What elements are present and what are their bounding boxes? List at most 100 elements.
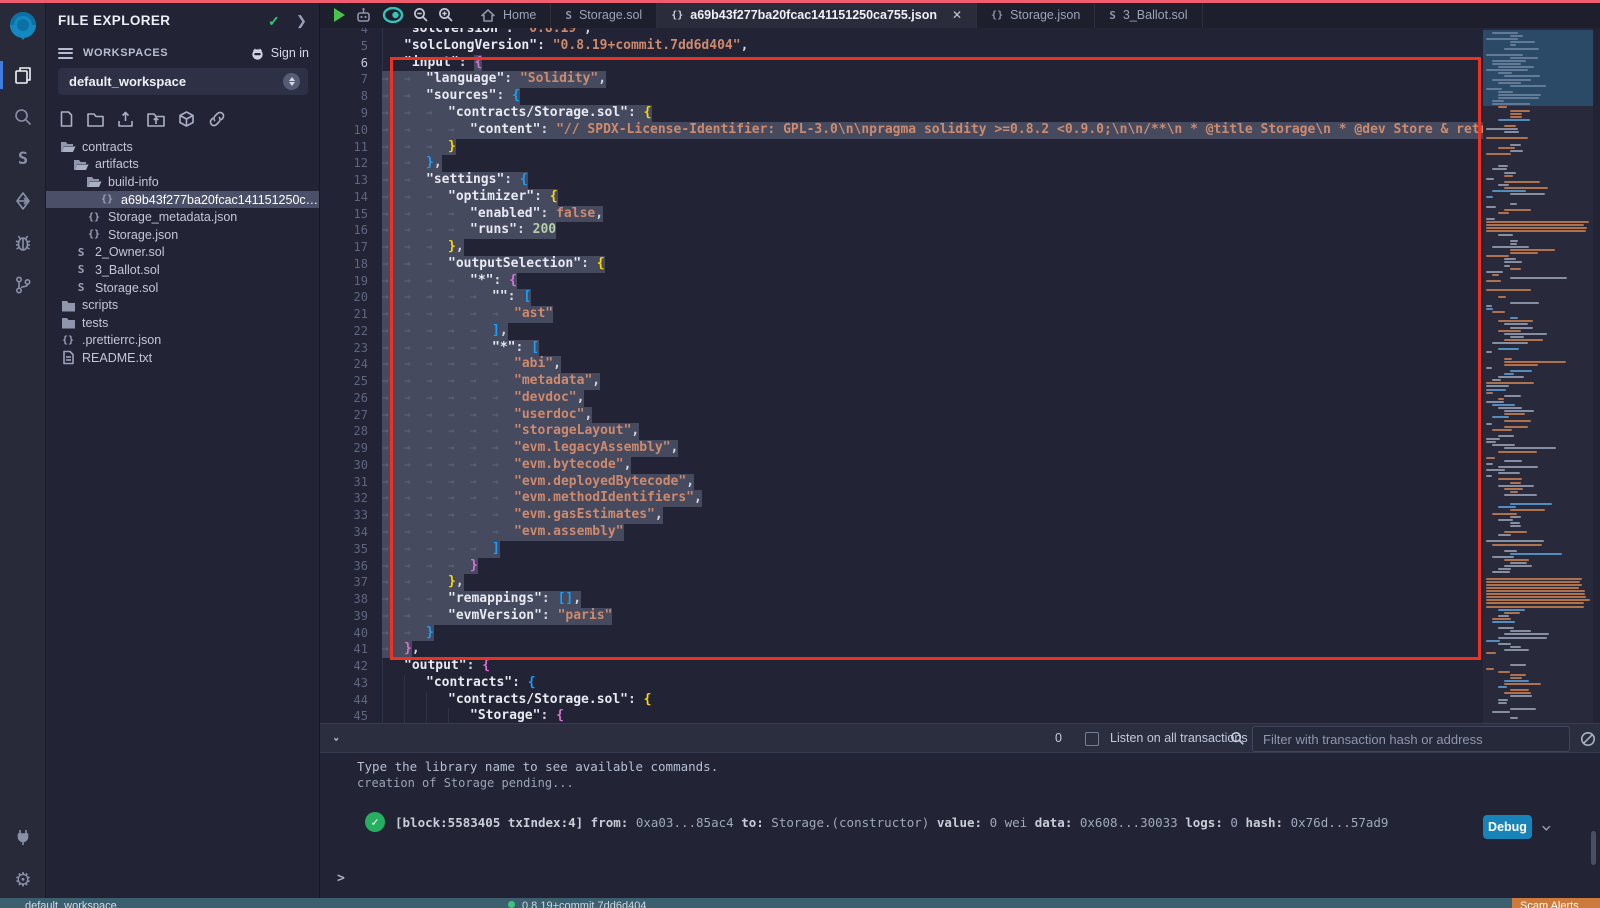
code-line-30[interactable]: 30"evm.bytecode", [320, 457, 631, 474]
file-plus-icon[interactable] [58, 110, 75, 128]
run-script-icon[interactable] [334, 8, 345, 22]
tree-item-readme-txt[interactable]: README.txt [46, 349, 319, 367]
tree-item--prettierrc-json[interactable]: {}.prettierrc.json [46, 332, 319, 350]
code-line-24[interactable]: 24"abi", [320, 356, 561, 373]
code-line-45[interactable]: 45"Storage": { [320, 708, 564, 723]
ai-assistant-icon[interactable] [354, 7, 373, 24]
transaction-filter-input[interactable] [1252, 726, 1570, 752]
sidebar-item-git[interactable] [0, 268, 46, 302]
minimap[interactable] [1483, 28, 1593, 723]
sidebar-item-solidity-compiler[interactable]: S [0, 142, 46, 176]
code-line-23[interactable]: 23"*": [ [320, 340, 539, 357]
zoom-in-icon[interactable] [438, 7, 454, 23]
remix-logo-icon[interactable] [5, 8, 41, 44]
code-line-8[interactable]: 8"sources": { [320, 88, 520, 105]
tree-item-storage-metadata-json[interactable]: {}Storage_metadata.json [46, 208, 319, 226]
code-line-31[interactable]: 31"evm.deployedBytecode", [320, 474, 694, 491]
code-line-13[interactable]: 13"settings": { [320, 172, 528, 189]
code-line-33[interactable]: 33"evm.gasEstimates", [320, 507, 663, 524]
code-line-27[interactable]: 27"userdoc", [320, 407, 592, 424]
tab-home[interactable]: Home [466, 2, 551, 28]
tree-item-contracts[interactable]: contracts [46, 138, 319, 156]
code-line-14[interactable]: 14"optimizer": { [320, 189, 558, 206]
code-line-16[interactable]: 16"runs": 200 [320, 222, 556, 239]
tree-item-scripts[interactable]: scripts [46, 296, 319, 314]
zoom-out-icon[interactable] [413, 7, 429, 23]
sidebar-item-file-explorer[interactable] [0, 58, 46, 92]
clear-console-icon[interactable] [1580, 731, 1596, 752]
code-line-34[interactable]: 34"evm.assembly" [320, 524, 624, 541]
sidebar-item-plugin-manager[interactable] [0, 820, 46, 854]
tree-item-artifacts[interactable]: artifacts [46, 156, 319, 174]
code-line-32[interactable]: 32"evm.methodIdentifiers", [320, 490, 702, 507]
code-line-26[interactable]: 26"devdoc", [320, 390, 584, 407]
tree-item-build-info[interactable]: build-info [46, 173, 319, 191]
code-line-29[interactable]: 29"evm.legacyAssembly", [320, 440, 678, 457]
close-tab-icon[interactable]: ✕ [952, 8, 962, 22]
sidebar-item-debugger[interactable] [0, 226, 46, 260]
workspace-menu-icon[interactable] [58, 45, 73, 61]
terminal-prompt[interactable]: > [337, 871, 345, 886]
code-line-10[interactable]: 10"content": "// SPDX-License-Identifier… [320, 122, 1483, 139]
folder-plus-icon[interactable] [86, 110, 105, 128]
code-line-35[interactable]: 35] [320, 541, 500, 558]
sidebar-item-deploy-and-run[interactable] [0, 184, 46, 218]
github-sign-in-button[interactable]: Sign in [250, 46, 309, 60]
code-line-39[interactable]: 39"evmVersion": "paris" [320, 608, 612, 625]
transaction-log[interactable]: [block:5583405 txIndex:4] from: 0xa03...… [395, 815, 1450, 830]
workspace-select[interactable]: default_workspace [58, 68, 308, 95]
listen-all-checkbox[interactable] [1085, 732, 1099, 746]
tree-item-tests[interactable]: tests [46, 314, 319, 332]
collapse-panel-icon[interactable]: ❯ [296, 13, 307, 29]
tree-item-storage-sol[interactable]: SStorage.sol [46, 279, 319, 297]
code-line-25[interactable]: 25"metadata", [320, 373, 600, 390]
code-line-38[interactable]: 38"remappings": [], [320, 591, 581, 608]
statusbar-workspace[interactable]: default_workspace [25, 900, 117, 908]
code-line-36[interactable]: 36} [320, 558, 478, 575]
expand-transaction-icon[interactable]: ⌄ [1540, 817, 1552, 833]
tab-a69b43f277ba20fcac141151250ca755-json[interactable]: {}a69b43f277ba20fcac141151250ca755.json✕ [657, 2, 977, 28]
terminal[interactable]: Type the library name to see available c… [320, 753, 1600, 898]
code-line-22[interactable]: 22], [320, 323, 508, 340]
tab-3-ballot-sol[interactable]: S3_Ballot.sol [1095, 2, 1202, 28]
collapse-terminal-icon[interactable]: ⌄⌄ [332, 735, 340, 741]
upload-icon[interactable] [116, 110, 135, 128]
code-line-4[interactable]: 4"solcVersion": "0.8.19", [320, 28, 592, 38]
folder-upload-icon[interactable] [146, 110, 166, 128]
sidebar-item-settings[interactable]: ⚙ [0, 863, 46, 897]
tree-item-a69b43f277ba20fcac141151250ca7-[interactable]: {}a69b43f277ba20fcac141151250ca7... [46, 191, 319, 209]
code-line-43[interactable]: 43"contracts": { [320, 675, 536, 692]
code-line-37[interactable]: 37}, [320, 574, 464, 591]
code-line-15[interactable]: 15"enabled": false, [320, 206, 603, 223]
debug-button[interactable]: Debug [1483, 815, 1532, 839]
code-line-41[interactable]: 41}, [320, 641, 420, 658]
code-line-17[interactable]: 17}, [320, 239, 464, 256]
code-editor[interactable]: 4"solcVersion": "0.8.19",5"solcLongVersi… [320, 28, 1600, 723]
code-line-20[interactable]: 20"": [ [320, 289, 531, 306]
code-line-11[interactable]: 11} [320, 139, 456, 156]
cube-icon[interactable] [177, 110, 196, 128]
tree-item-3-ballot-sol[interactable]: S3_Ballot.sol [46, 261, 319, 279]
tab-storage-sol[interactable]: SStorage.sol [551, 2, 657, 28]
code-line-40[interactable]: 40} [320, 625, 434, 642]
code-line-44[interactable]: 44"contracts/Storage.sol": { [320, 692, 652, 709]
toggle-icon[interactable] [382, 7, 404, 23]
tab-storage-json[interactable]: {}Storage.json [977, 2, 1095, 28]
terminal-scrollbar[interactable] [1591, 831, 1596, 865]
code-line-12[interactable]: 12}, [320, 155, 442, 172]
tree-item-2-owner-sol[interactable]: S2_Owner.sol [46, 244, 319, 262]
minimap-line [1492, 103, 1530, 105]
code-line-18[interactable]: 18"outputSelection": { [320, 256, 605, 273]
tree-item-storage-json[interactable]: {}Storage.json [46, 226, 319, 244]
code-line-7[interactable]: 7"language": "Solidity", [320, 71, 606, 88]
code-line-21[interactable]: 21"ast" [320, 306, 553, 323]
code-line-6[interactable]: 6"input": { [320, 55, 482, 72]
code-line-9[interactable]: 9"contracts/Storage.sol": { [320, 105, 652, 122]
code-line-28[interactable]: 28"storageLayout", [320, 423, 639, 440]
scam-alerts-badge[interactable]: Scam Alerts [1512, 898, 1600, 908]
code-line-42[interactable]: 42"output": { [320, 658, 490, 675]
code-line-5[interactable]: 5"solcLongVersion": "0.8.19+commit.7dd6d… [320, 38, 748, 55]
sidebar-item-search[interactable] [0, 100, 46, 134]
link-icon[interactable] [207, 110, 227, 128]
code-line-19[interactable]: 19"*": { [320, 273, 517, 290]
